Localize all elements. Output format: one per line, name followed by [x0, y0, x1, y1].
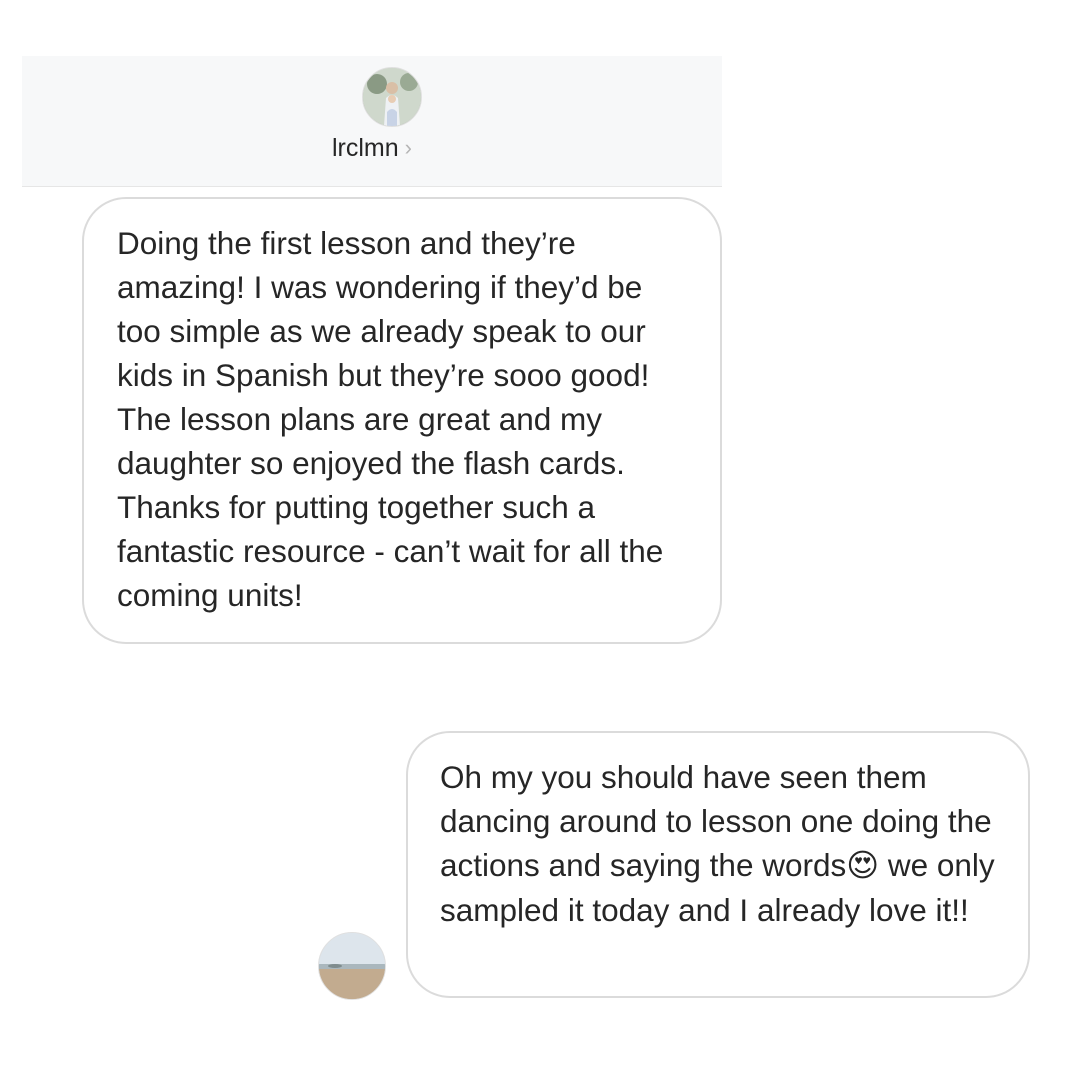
- beach-photo-icon: [319, 933, 385, 999]
- dm-thread: lrclmn › Doing the first lesson and they’…: [0, 0, 1080, 1080]
- heart-eyes-emoji-icon: 😍: [846, 848, 880, 884]
- chevron-right-icon: ›: [404, 135, 412, 160]
- conversation-header: lrclmn ›: [22, 56, 722, 187]
- person-photo-icon: [363, 68, 421, 126]
- sender-avatar[interactable]: [318, 932, 386, 1000]
- username-row[interactable]: lrclmn ›: [22, 132, 722, 164]
- sent-message-bubble[interactable]: Oh my you should have seen them dancing …: [406, 731, 1030, 998]
- username[interactable]: lrclmn: [332, 134, 399, 162]
- profile-avatar[interactable]: [362, 67, 422, 127]
- received-message-bubble[interactable]: Doing the first lesson and they’re amazi…: [82, 197, 722, 644]
- received-message-text: Doing the first lesson and they’re amazi…: [117, 225, 664, 613]
